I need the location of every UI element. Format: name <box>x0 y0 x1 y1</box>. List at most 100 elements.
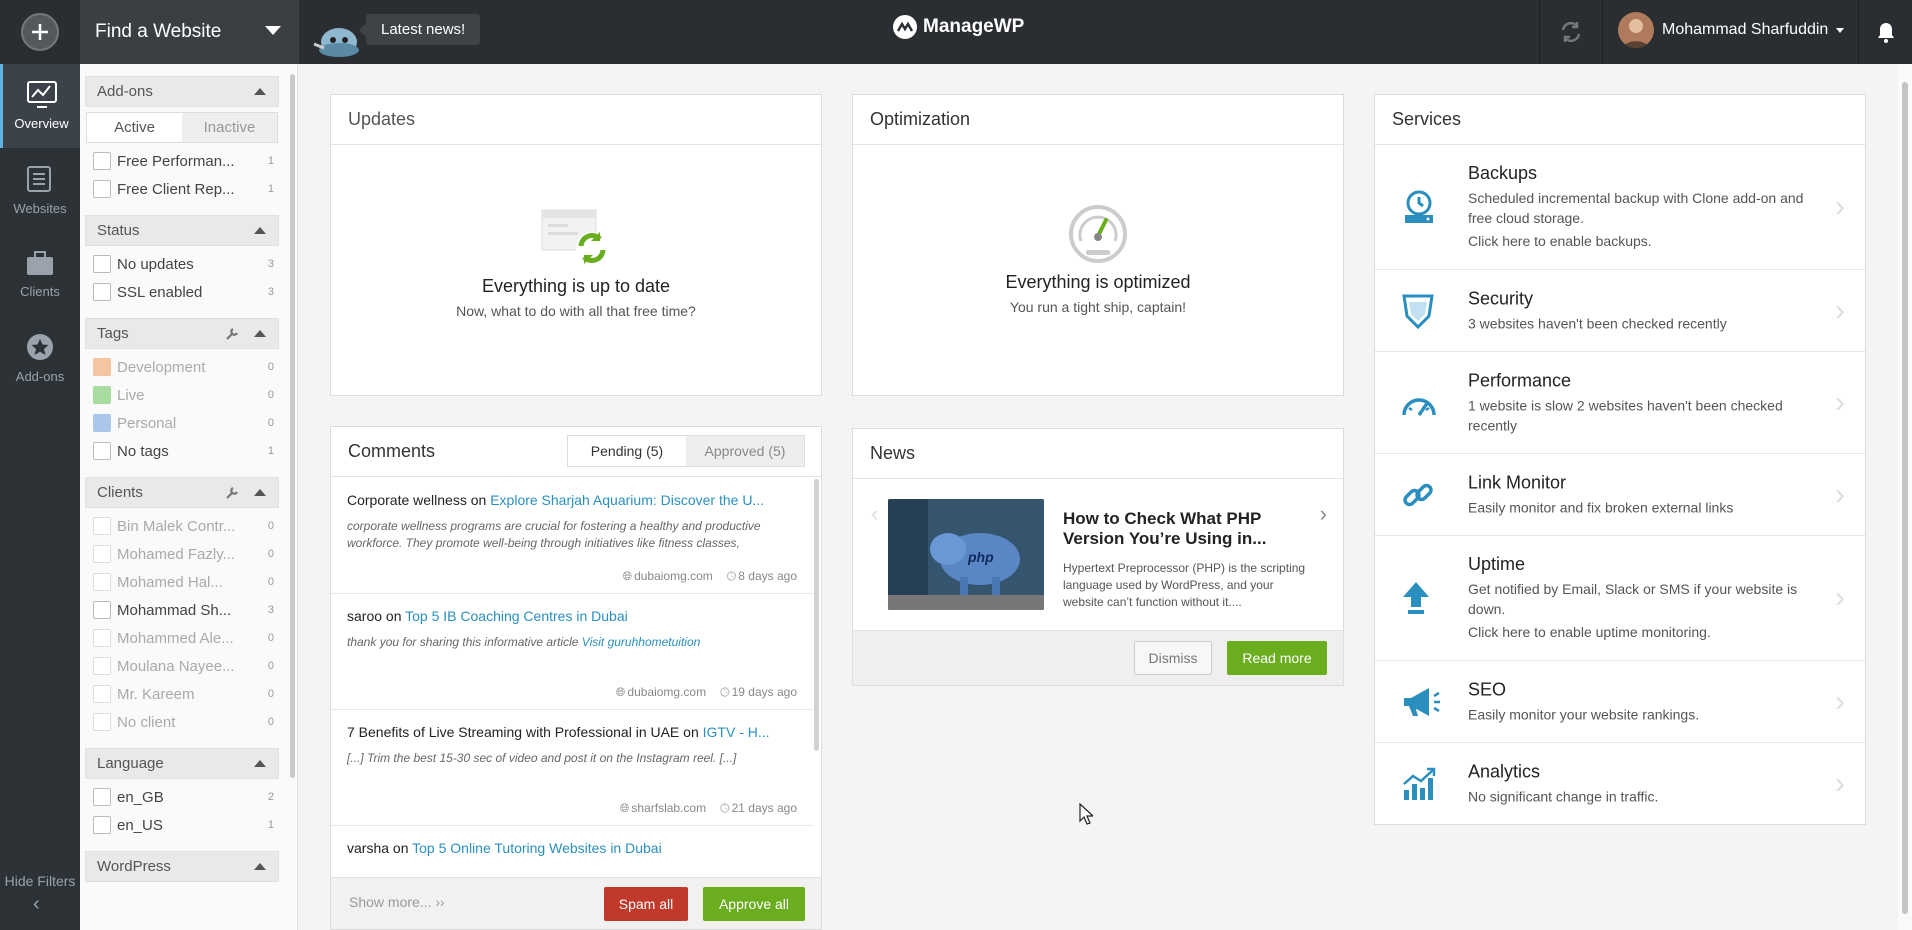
managewp-logo: ManageWP <box>892 14 1024 40</box>
comment-post-link[interactable]: Explore Sharjah Aquarium: Discover the U… <box>490 492 764 508</box>
tag-color-swatch[interactable] <box>93 386 111 404</box>
filter-header-clients[interactable]: Clients <box>85 477 279 508</box>
filter-item[interactable]: Development 0 <box>93 353 277 381</box>
filter-item[interactable]: SSL enabled 3 <box>93 278 277 306</box>
checkbox[interactable] <box>93 152 111 170</box>
notifications-button[interactable] <box>1858 0 1912 64</box>
service-performance[interactable]: Performance 1 website is slow 2 websites … <box>1375 352 1865 454</box>
approve-all-button[interactable]: Approve all <box>703 887 805 921</box>
spam-all-button[interactable]: Spam all <box>604 887 688 921</box>
news-title: News <box>853 429 1343 479</box>
filter-item[interactable]: Live 0 <box>93 381 277 409</box>
service-desc-link[interactable]: Click here to enable uptime monitoring. <box>1468 622 1825 642</box>
comment-item[interactable]: 7 Benefits of Live Streaming with Profes… <box>331 710 813 826</box>
dismiss-button[interactable]: Dismiss <box>1134 641 1212 675</box>
filter-header-addons[interactable]: Add-ons <box>85 76 279 107</box>
filter-header-wordpress[interactable]: WordPress <box>85 851 279 882</box>
filter-item-label: Bin Malek Contr... <box>117 517 236 535</box>
comment-post-link[interactable]: IGTV - H... <box>703 724 770 740</box>
checkbox[interactable] <box>93 788 111 806</box>
comments-scrollbar[interactable] <box>814 479 819 751</box>
chevron-left-icon[interactable]: ‹ <box>871 501 878 527</box>
wrench-icon[interactable] <box>224 485 240 501</box>
tag-color-swatch[interactable] <box>93 414 111 432</box>
filter-item[interactable]: Free Performan... 1 <box>93 147 277 175</box>
filter-item[interactable]: Mohammad Sh... 3 <box>93 596 277 624</box>
filter-item[interactable]: Personal 0 <box>93 409 277 437</box>
refresh-button[interactable] <box>1539 0 1603 64</box>
checkbox[interactable] <box>93 601 111 619</box>
filter-item[interactable]: Bin Malek Contr... 0 <box>93 512 277 540</box>
user-menu[interactable]: Mohammad Sharfuddin <box>1618 12 1845 48</box>
page-scrollbar[interactable] <box>1898 64 1912 930</box>
comment-item[interactable]: varsha on Top 5 Online Tutoring Websites… <box>331 826 813 878</box>
nav-overview[interactable]: Overview <box>0 64 80 148</box>
checkbox[interactable] <box>93 657 111 675</box>
nav-addons[interactable]: Add-ons <box>0 316 80 400</box>
service-link-monitor[interactable]: Link Monitor Easily monitor and fix broke… <box>1375 454 1865 536</box>
nav-clients[interactable]: Clients <box>0 232 80 316</box>
filter-header-language[interactable]: Language <box>85 748 279 779</box>
add-website-button[interactable] <box>0 0 80 64</box>
filter-item[interactable]: Moulana Nayee... 0 <box>93 652 277 680</box>
service-seo[interactable]: SEO Easily monitor your website rankings.… <box>1375 661 1865 743</box>
filter-title: Clients <box>97 484 143 501</box>
find-website-dropdown[interactable]: Find a Website <box>80 0 299 64</box>
comment-post-link[interactable]: Top 5 IB Coaching Centres in Dubai <box>405 608 628 624</box>
filter-header-status[interactable]: Status <box>85 215 279 246</box>
checkbox[interactable] <box>93 629 111 647</box>
mascot-icon[interactable] <box>312 24 364 58</box>
news-headline[interactable]: How to Check What PHP Version You’re Usi… <box>1063 509 1313 549</box>
read-more-button[interactable]: Read more <box>1227 641 1327 675</box>
hide-filters-button[interactable]: Hide Filters <box>0 872 80 890</box>
chevron-right-icon[interactable]: › <box>1320 501 1327 527</box>
comments-footer: Show more... ›› Spam all Approve all <box>331 877 821 929</box>
tab-inactive[interactable]: Inactive <box>182 113 277 142</box>
checkbox[interactable] <box>93 283 111 301</box>
checkbox[interactable] <box>93 713 111 731</box>
service-analytics[interactable]: Analytics No significant change in traffi… <box>1375 743 1865 825</box>
filter-item[interactable]: en_GB 2 <box>93 783 277 811</box>
nav-websites[interactable]: Websites <box>0 148 80 232</box>
filter-item[interactable]: No client 0 <box>93 708 277 736</box>
checkbox[interactable] <box>93 685 111 703</box>
checkbox[interactable] <box>93 180 111 198</box>
filter-item[interactable]: Mr. Kareem 0 <box>93 680 277 708</box>
service-uptime[interactable]: Uptime Get notified by Email, Slack or SM… <box>1375 536 1865 661</box>
wrench-icon[interactable] <box>224 326 240 342</box>
filter-item[interactable]: en_US 1 <box>93 811 277 839</box>
filter-item[interactable]: Mohammed Ale... 0 <box>93 624 277 652</box>
filters-scrollbar[interactable] <box>290 74 295 778</box>
show-more-link[interactable]: Show more... ›› <box>349 894 445 910</box>
comment-body-link[interactable]: Visit guruhhometuition <box>582 635 701 649</box>
comment-post-link[interactable]: Top 5 Online Tutoring Websites in Dubai <box>412 840 662 856</box>
filter-item[interactable]: No updates 3 <box>93 250 277 278</box>
tab-pending[interactable]: Pending (5) <box>568 436 686 466</box>
chevron-right-icon: › <box>1835 767 1845 800</box>
comment-item[interactable]: Corporate wellness on Explore Sharjah Aq… <box>331 478 813 594</box>
tag-color-swatch[interactable] <box>93 358 111 376</box>
checkbox[interactable] <box>93 573 111 591</box>
filter-item[interactable]: Mohamed Hal... 0 <box>93 568 277 596</box>
service-security[interactable]: Security 3 websites haven't been checked … <box>1375 270 1865 352</box>
comment-item[interactable]: saroo on Top 5 IB Coaching Centres in Du… <box>331 594 813 710</box>
service-desc-link[interactable]: Click here to enable backups. <box>1468 231 1825 251</box>
service-backups[interactable]: Backups Scheduled incremental backup with… <box>1375 145 1865 270</box>
filter-item[interactable]: Free Client Rep... 1 <box>93 175 277 203</box>
checkbox[interactable] <box>93 442 111 460</box>
filter-header-tags[interactable]: Tags <box>85 318 279 349</box>
checkbox[interactable] <box>93 545 111 563</box>
speedometer-icon <box>1402 397 1436 416</box>
filter-item[interactable]: Mohamed Fazly... 0 <box>93 540 277 568</box>
filter-item-label: No tags <box>117 442 169 460</box>
latest-news-bubble[interactable]: Latest news! <box>358 14 481 45</box>
news-image[interactable]: php <box>888 499 1044 610</box>
tab-approved[interactable]: Approved (5) <box>686 436 804 466</box>
tab-active[interactable]: Active <box>87 113 182 142</box>
chevron-left-icon[interactable]: ‹ <box>33 893 40 916</box>
filter-item[interactable]: No tags 1 <box>93 437 277 465</box>
checkbox[interactable] <box>93 816 111 834</box>
checkbox[interactable] <box>93 517 111 535</box>
page-scrollbar-thumb[interactable] <box>1902 82 1908 914</box>
checkbox[interactable] <box>93 255 111 273</box>
